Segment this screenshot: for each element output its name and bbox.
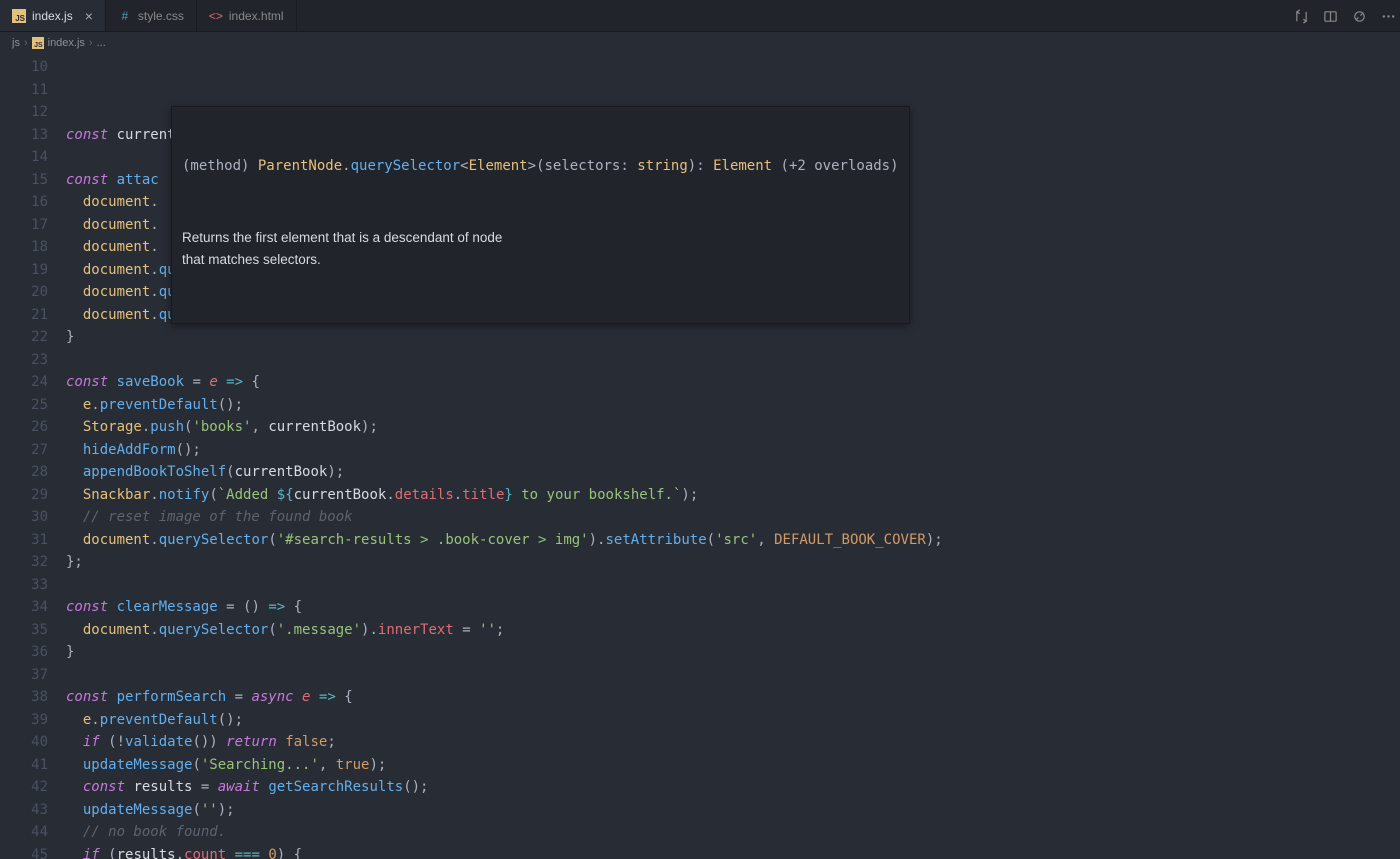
line-number: 32 (0, 551, 66, 574)
html-file-icon: <> (209, 9, 223, 23)
code-line[interactable]: Snackbar.notify(`Added ${currentBook.det… (66, 484, 1400, 507)
code-line[interactable]: appendBookToShelf(currentBook); (66, 461, 1400, 484)
code-line[interactable]: const saveBook = e => { (66, 371, 1400, 394)
breadcrumb-item[interactable]: ... (97, 37, 106, 49)
line-number: 27 (0, 439, 66, 462)
css-file-icon: # (118, 9, 132, 23)
line-number: 20 (0, 281, 66, 304)
line-number: 23 (0, 349, 66, 372)
tab-label: index.js (32, 9, 73, 23)
js-file-icon: JS (12, 9, 26, 23)
line-number: 11 (0, 79, 66, 102)
code-line[interactable]: } (66, 641, 1400, 664)
line-number: 40 (0, 731, 66, 754)
line-number: 14 (0, 146, 66, 169)
line-number: 10 (0, 56, 66, 79)
compare-icon[interactable] (1294, 9, 1309, 24)
line-number: 17 (0, 214, 66, 237)
tab-style-css[interactable]: # style.css (106, 0, 197, 31)
chevron-right-icon: › (89, 37, 93, 49)
line-number: 15 (0, 169, 66, 192)
code-line[interactable] (66, 664, 1400, 687)
close-icon[interactable]: × (85, 8, 93, 24)
code-line[interactable]: updateMessage('Searching...', true); (66, 754, 1400, 777)
code-line[interactable]: Storage.push('books', currentBook); (66, 416, 1400, 439)
line-number: 36 (0, 641, 66, 664)
code-line[interactable]: } (66, 326, 1400, 349)
line-number: 34 (0, 596, 66, 619)
line-number: 29 (0, 484, 66, 507)
code-line[interactable]: if (!validate()) return false; (66, 731, 1400, 754)
tab-index-html[interactable]: <> index.html (197, 0, 297, 31)
intellisense-hover: (method) ParentNode.querySelector<Elemen… (171, 106, 910, 324)
code-editor[interactable]: 1011121314151617181920212223242526272829… (0, 54, 1400, 859)
line-number: 13 (0, 124, 66, 147)
line-number: 22 (0, 326, 66, 349)
code-line[interactable]: e.preventDefault(); (66, 394, 1400, 417)
breadcrumb-item[interactable]: js (12, 37, 20, 49)
hover-doc: Returns the first element that is a desc… (182, 227, 899, 271)
editor-tab-actions (1294, 0, 1396, 32)
line-number: 19 (0, 259, 66, 282)
line-number: 42 (0, 776, 66, 799)
code-line[interactable]: document.querySelector('.message').inner… (66, 619, 1400, 642)
line-number: 37 (0, 664, 66, 687)
code-line[interactable] (66, 574, 1400, 597)
line-number: 18 (0, 236, 66, 259)
code-line[interactable]: const results = await getSearchResults()… (66, 776, 1400, 799)
line-gutter: 1011121314151617181920212223242526272829… (0, 54, 66, 859)
line-number: 38 (0, 686, 66, 709)
line-number: 35 (0, 619, 66, 642)
line-number: 26 (0, 416, 66, 439)
collapse-icon[interactable] (1352, 9, 1367, 24)
line-number: 28 (0, 461, 66, 484)
js-file-icon: JS (32, 37, 44, 49)
line-number: 21 (0, 304, 66, 327)
code-line[interactable]: updateMessage(''); (66, 799, 1400, 822)
code-line[interactable]: const performSearch = async e => { (66, 686, 1400, 709)
split-icon[interactable] (1323, 9, 1338, 24)
code-area[interactable]: const currentBook = {}; // yes I know it… (66, 54, 1400, 859)
chevron-right-icon: › (24, 37, 28, 49)
breadcrumb-item[interactable]: index.js (48, 37, 85, 49)
line-number: 41 (0, 754, 66, 777)
hover-signature: (method) ParentNode.querySelector<Elemen… (182, 155, 899, 177)
line-number: 12 (0, 101, 66, 124)
more-icon[interactable] (1381, 9, 1396, 24)
line-number: 16 (0, 191, 66, 214)
breadcrumbs[interactable]: js › JS index.js ›... (0, 32, 1400, 54)
code-line[interactable]: document.querySelector('#search-results … (66, 529, 1400, 552)
code-line[interactable]: // reset image of the found book (66, 506, 1400, 529)
line-number: 30 (0, 506, 66, 529)
line-number: 31 (0, 529, 66, 552)
line-number: 25 (0, 394, 66, 417)
line-number: 24 (0, 371, 66, 394)
code-line[interactable]: if (results.count === 0) { (66, 844, 1400, 859)
line-number: 44 (0, 821, 66, 844)
code-line[interactable]: }; (66, 551, 1400, 574)
code-line[interactable]: e.preventDefault(); (66, 709, 1400, 732)
code-line[interactable] (66, 349, 1400, 372)
tab-index-js[interactable]: JS index.js × (0, 0, 106, 31)
line-number: 45 (0, 844, 66, 859)
line-number: 39 (0, 709, 66, 732)
line-number: 43 (0, 799, 66, 822)
code-line[interactable]: const clearMessage = () => { (66, 596, 1400, 619)
code-line[interactable]: hideAddForm(); (66, 439, 1400, 462)
editor-tabs: JS index.js × # style.css <> index.html (0, 0, 1400, 32)
line-number: 33 (0, 574, 66, 597)
code-line[interactable]: // no book found. (66, 821, 1400, 844)
tab-label: style.css (138, 9, 184, 23)
tab-label: index.html (229, 9, 284, 23)
